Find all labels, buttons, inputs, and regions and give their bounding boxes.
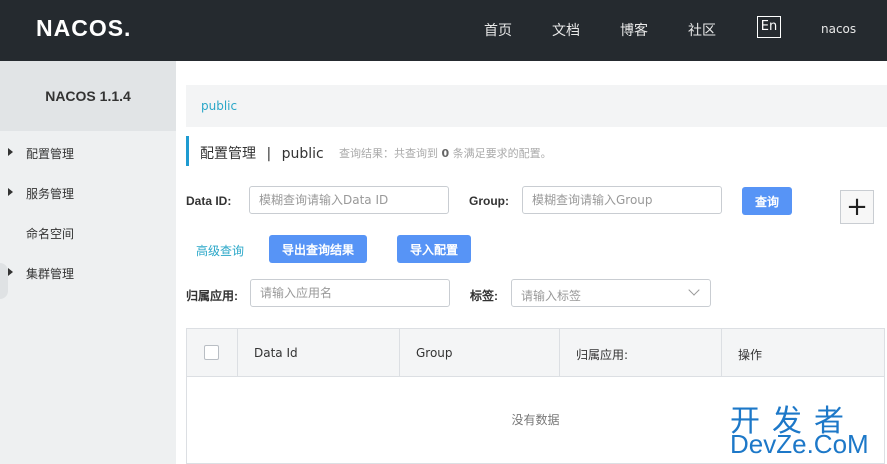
- column-header-label: Data Id: [254, 346, 298, 360]
- column-header-label: 归属应用:: [576, 348, 629, 362]
- column-header-label: Group: [416, 346, 453, 360]
- nav-blog[interactable]: 博客: [620, 20, 648, 40]
- data-id-input[interactable]: [249, 186, 449, 214]
- user-menu[interactable]: nacos: [821, 22, 856, 36]
- sidebar-item-label: 服务管理: [26, 187, 75, 201]
- nav-community[interactable]: 社区: [688, 20, 716, 40]
- advanced-query-link[interactable]: 高级查询: [196, 242, 244, 259]
- table-empty-message: 没有数据: [511, 413, 560, 427]
- logo-text: NACOS.: [36, 14, 132, 41]
- sidebar-header: NACOS 1.1.4: [0, 61, 176, 131]
- column-header-data-id[interactable]: Data Id: [238, 329, 400, 377]
- namespace-bar: public: [186, 85, 887, 127]
- sidebar-item-cluster-management[interactable]: 集群管理: [0, 263, 176, 283]
- select-all-cell: [187, 329, 238, 377]
- sidebar-collapse-handle[interactable]: [0, 263, 8, 299]
- sidebar: NACOS 1.1.4 配置管理 服务管理 命名空间 集群管理: [0, 61, 176, 464]
- query-result-suffix: 条满足要求的配置。: [452, 147, 552, 160]
- top-navbar: NACOS. 首页 文档 博客 社区 En nacos: [0, 0, 887, 61]
- plus-icon: +: [846, 192, 868, 222]
- column-header-label: 操作: [738, 348, 763, 362]
- sidebar-item-namespace[interactable]: 命名空间: [0, 223, 176, 243]
- page-title: 配置管理 | public: [200, 143, 324, 163]
- query-result-count: 0: [441, 147, 450, 160]
- sidebar-item-service-management[interactable]: 服务管理: [0, 183, 176, 203]
- namespace-link-public[interactable]: public: [201, 99, 237, 113]
- tag-select-placeholder: 请输入标签: [521, 289, 582, 303]
- caret-right-icon: [8, 148, 13, 156]
- nav-home[interactable]: 首页: [484, 20, 512, 40]
- table-header: Data Id Group 归属应用: 操作: [187, 329, 884, 377]
- add-config-button[interactable]: +: [840, 190, 874, 224]
- export-results-button[interactable]: 导出查询结果: [269, 235, 367, 263]
- caret-right-icon: [8, 188, 13, 196]
- main-content: public 配置管理 | public 查询结果：共查询到 0 条满足要求的配…: [176, 61, 887, 464]
- chevron-down-icon: [688, 284, 700, 296]
- sidebar-item-label: 命名空间: [26, 227, 75, 241]
- import-config-button[interactable]: 导入配置: [397, 235, 471, 263]
- title-separator: |: [266, 146, 272, 162]
- column-header-app[interactable]: 归属应用:: [560, 329, 722, 377]
- group-label: Group:: [469, 194, 509, 208]
- column-header-group[interactable]: Group: [400, 329, 560, 377]
- group-input[interactable]: [522, 186, 722, 214]
- app-name-input[interactable]: [250, 279, 450, 307]
- config-table: Data Id Group 归属应用: 操作 没有数据: [186, 328, 885, 464]
- column-header-actions: 操作: [722, 329, 884, 377]
- page-title-namespace: public: [281, 146, 324, 162]
- data-id-label: Data ID:: [186, 194, 232, 208]
- title-accent-bar: [186, 136, 189, 166]
- sidebar-item-config-management[interactable]: 配置管理: [0, 143, 176, 163]
- query-result-summary: 查询结果：共查询到 0 条满足要求的配置。: [339, 145, 552, 161]
- nacos-logo[interactable]: NACOS.: [36, 13, 131, 43]
- page-title-main: 配置管理: [200, 146, 256, 162]
- query-button[interactable]: 查询: [742, 187, 792, 215]
- language-switch-button[interactable]: En: [757, 16, 781, 38]
- app-label: 归属应用:: [186, 289, 238, 303]
- sidebar-item-label: 配置管理: [26, 147, 75, 161]
- query-result-prefix: 查询结果：共查询到: [339, 147, 438, 160]
- sidebar-title: NACOS 1.1.4: [45, 88, 131, 104]
- sidebar-item-label: 集群管理: [26, 267, 75, 281]
- nav-docs[interactable]: 文档: [552, 20, 580, 40]
- caret-right-icon: [8, 268, 13, 276]
- tag-label: 标签:: [470, 289, 498, 303]
- tag-select[interactable]: 请输入标签: [511, 279, 711, 307]
- select-all-checkbox[interactable]: [204, 345, 219, 360]
